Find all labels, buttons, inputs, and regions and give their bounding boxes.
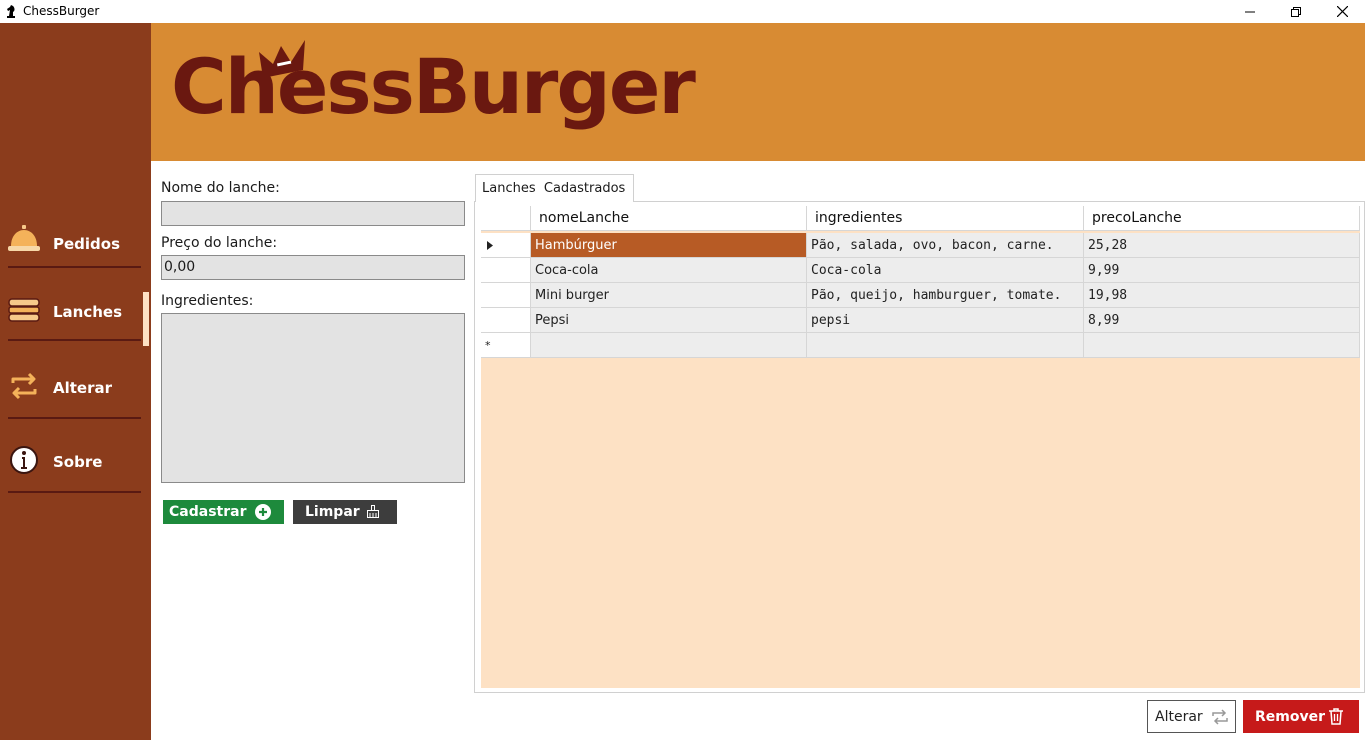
restore-button[interactable]: [1273, 0, 1319, 23]
bell-icon: [8, 225, 40, 251]
preco-label: Preço do lanche:: [161, 235, 278, 251]
broom-icon: [367, 505, 379, 518]
header-banner: ChessBurger: [151, 23, 1365, 161]
cadastrar-button[interactable]: Cadastrar: [163, 500, 284, 524]
sidebar-item-sobre[interactable]: Sobre: [0, 433, 151, 493]
plus-circle-icon: [255, 504, 271, 520]
table-row[interactable]: Pepsi pepsi 8,99: [481, 308, 1360, 333]
cell-preco[interactable]: 9,99: [1084, 258, 1360, 283]
cell-preco[interactable]: 19,98: [1084, 283, 1360, 308]
table-new-row[interactable]: *: [481, 333, 1360, 358]
title-bar: ChessBurger: [0, 0, 1365, 23]
divider: [8, 339, 141, 341]
cell-ingredientes[interactable]: Coca-cola: [807, 258, 1084, 283]
row-header[interactable]: [481, 258, 531, 283]
divider: [8, 417, 141, 419]
nome-label: Nome do lanche:: [161, 180, 280, 196]
close-button[interactable]: [1319, 0, 1365, 23]
active-indicator: [143, 292, 149, 346]
column-header-preco[interactable]: precoLanche: [1084, 206, 1360, 231]
chess-knight-icon: [7, 5, 15, 18]
column-header-nome[interactable]: nomeLanche: [531, 206, 807, 231]
cell-ingredientes[interactable]: pepsi: [807, 308, 1084, 333]
ingredientes-textarea[interactable]: [161, 313, 465, 483]
logo: ChessBurger: [171, 42, 696, 131]
row-header[interactable]: [481, 233, 531, 258]
app-window: ChessBurger Pedidos Lanches Alterar Sobr…: [0, 0, 1365, 740]
limpar-button[interactable]: Limpar: [293, 500, 397, 524]
burger-icon: [8, 298, 40, 322]
cell-ingredientes[interactable]: Pão, queijo, hamburguer, tomate.: [807, 283, 1084, 308]
window-title: ChessBurger: [23, 4, 100, 18]
alterar-button[interactable]: Alterar: [1147, 700, 1236, 733]
divider: [8, 266, 141, 268]
restore-icon: [1291, 6, 1301, 17]
sidebar: Pedidos Lanches Alterar Sobre: [0, 23, 151, 740]
sidebar-item-label: Pedidos: [53, 235, 121, 253]
sidebar-item-label: Lanches: [53, 303, 123, 321]
remover-label: Remover: [1255, 708, 1326, 725]
table-row[interactable]: Mini burger Pão, queijo, hamburguer, tom…: [481, 283, 1360, 308]
table-row[interactable]: Hambúrguer Pão, salada, ovo, bacon, carn…: [481, 233, 1360, 258]
cell-ingredientes[interactable]: Pão, salada, ovo, bacon, carne.: [807, 233, 1084, 258]
new-row-marker: *: [481, 333, 531, 358]
limpar-label: Limpar: [305, 504, 360, 520]
row-header[interactable]: [481, 308, 531, 333]
sidebar-item-alterar[interactable]: Alterar: [0, 359, 151, 419]
crown-icon: [259, 40, 305, 78]
trash-icon: [1329, 708, 1343, 725]
preco-input[interactable]: 0,00: [161, 255, 465, 280]
cell-ingredientes[interactable]: [807, 333, 1084, 358]
nome-input[interactable]: [161, 201, 465, 226]
cell-preco[interactable]: 8,99: [1084, 308, 1360, 333]
cell-nome[interactable]: Mini burger: [531, 283, 807, 308]
info-icon: [10, 446, 38, 474]
swap-icon: [1212, 709, 1228, 725]
row-header-corner: [481, 206, 531, 231]
current-row-arrow-icon: [487, 240, 493, 250]
cadastrar-label: Cadastrar: [169, 504, 247, 520]
sidebar-item-label: Sobre: [53, 453, 103, 471]
tab-lanches-cadastrados[interactable]: Lanches Cadastrados: [475, 174, 634, 202]
divider: [8, 491, 141, 493]
cell-preco[interactable]: 25,28: [1084, 233, 1360, 258]
row-header[interactable]: [481, 283, 531, 308]
table-row[interactable]: Coca-cola Coca-cola 9,99: [481, 258, 1360, 283]
ingredientes-label: Ingredientes:: [161, 293, 254, 309]
tab-label: Lanches Cadastrados: [482, 181, 626, 196]
cell-nome[interactable]: [531, 333, 807, 358]
minimize-button[interactable]: [1227, 0, 1273, 23]
column-header-ingredientes[interactable]: ingredientes: [807, 206, 1084, 231]
swap-icon: [11, 372, 37, 400]
remover-button[interactable]: Remover: [1243, 700, 1359, 733]
cell-preco[interactable]: [1084, 333, 1360, 358]
cell-nome[interactable]: Coca-cola: [531, 258, 807, 283]
cell-nome[interactable]: Pepsi: [531, 308, 807, 333]
cell-nome[interactable]: Hambúrguer: [531, 233, 807, 258]
sidebar-item-label: Alterar: [53, 379, 113, 397]
close-icon: [1336, 6, 1348, 17]
table-header-row: nomeLanche ingredientes precoLanche: [481, 206, 1360, 231]
alterar-label: Alterar: [1155, 708, 1203, 725]
minimize-icon: [1245, 11, 1255, 12]
sidebar-item-lanches[interactable]: Lanches: [0, 283, 151, 343]
